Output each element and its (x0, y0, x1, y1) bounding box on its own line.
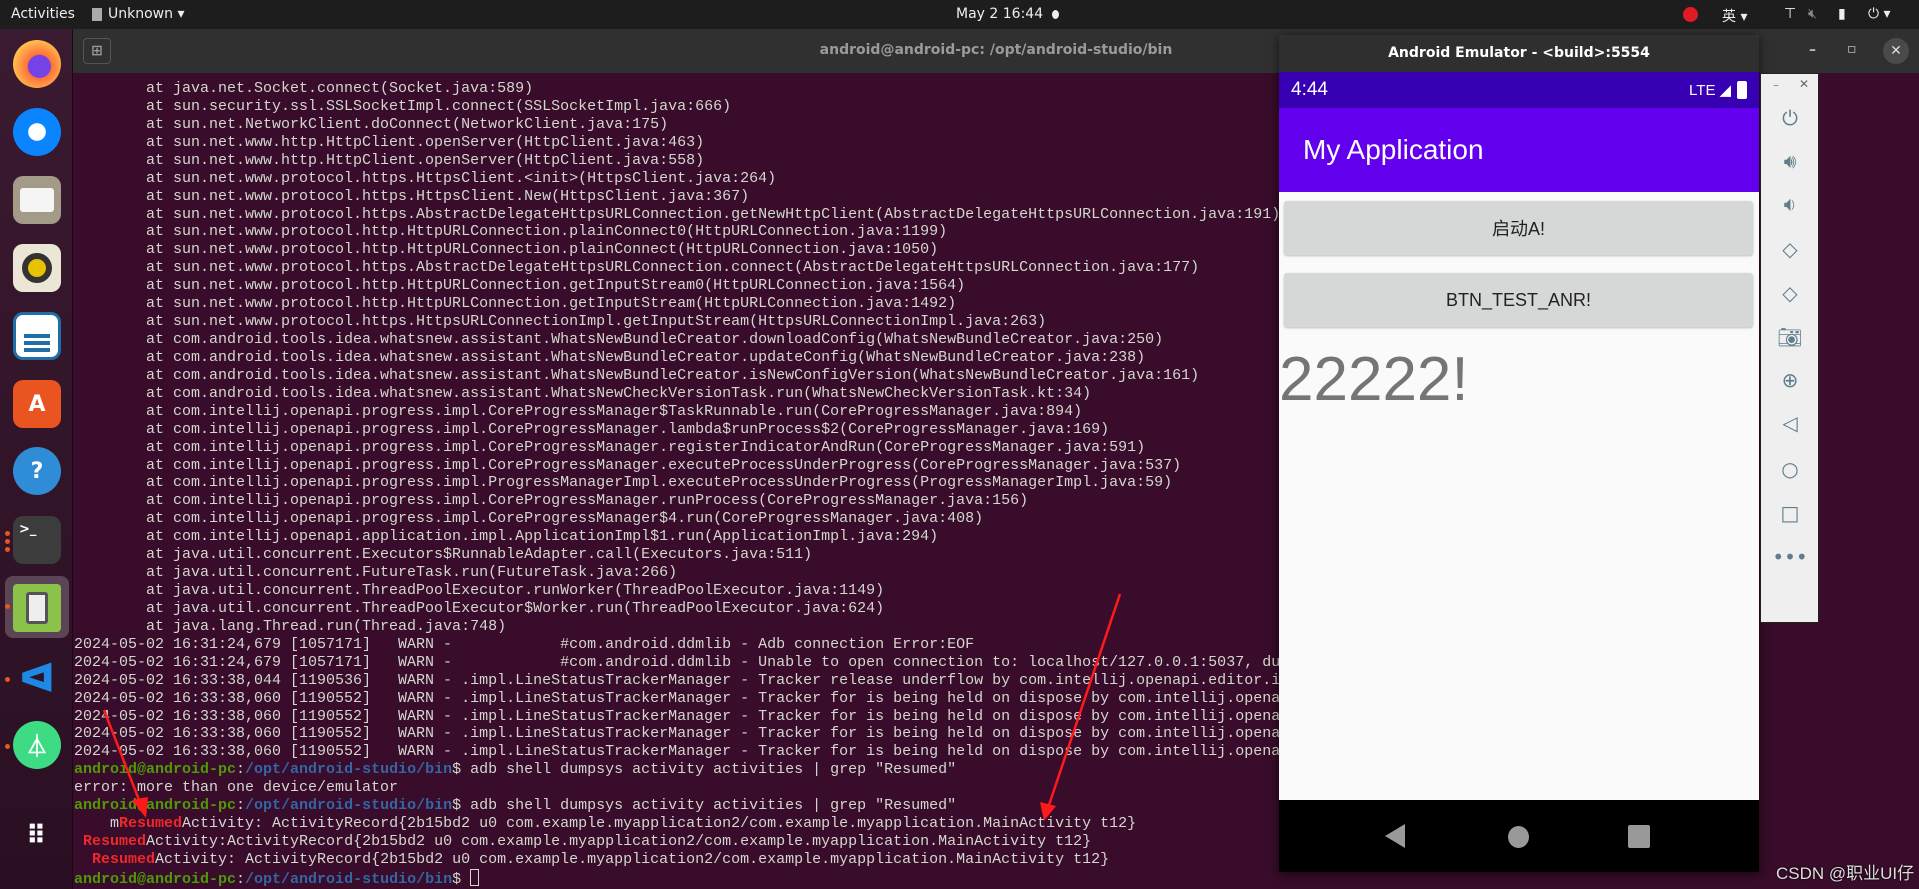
annotation-arrow (102, 709, 143, 806)
watermark: CSDN @职业UI仔 (1776, 864, 1915, 883)
annotation-arrow (1046, 593, 1122, 809)
annotation-arrows (102, 593, 1122, 821)
annotation-arrowhead (1040, 802, 1056, 821)
annotation-arrowhead (132, 797, 148, 818)
